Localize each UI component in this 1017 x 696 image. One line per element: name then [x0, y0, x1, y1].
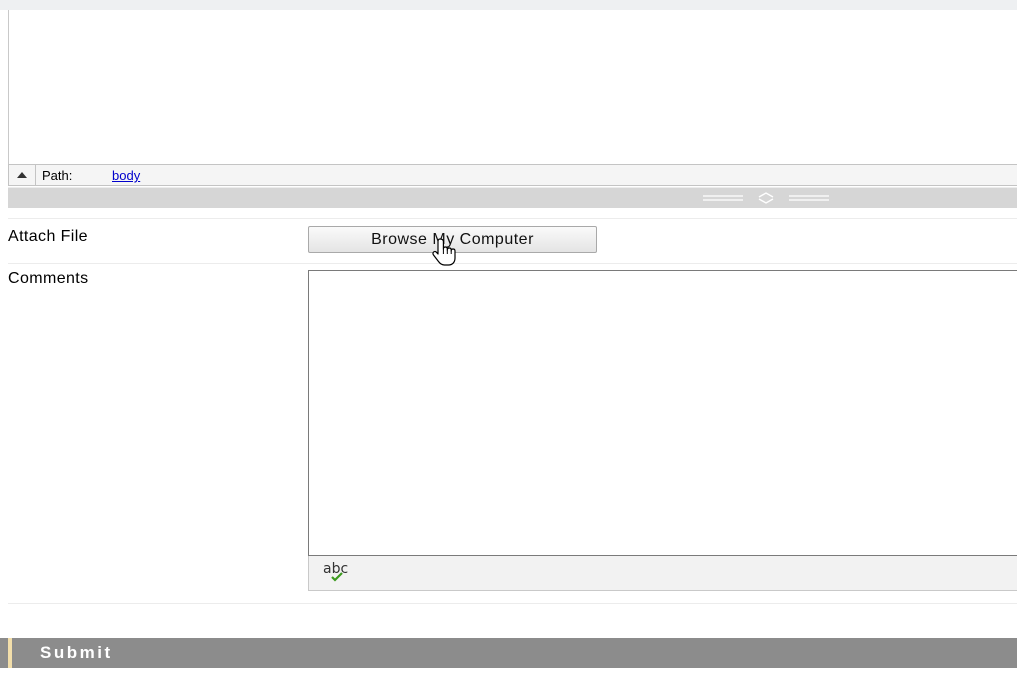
editor-path-bar: Path: body: [8, 164, 1017, 186]
submit-button[interactable]: Submit: [40, 643, 113, 663]
path-label: Path:: [42, 168, 73, 183]
comments-label: Comments: [8, 270, 89, 287]
row-divider: [8, 218, 1017, 219]
submit-bar: Submit: [0, 638, 1017, 668]
resize-handle-icon[interactable]: [703, 192, 829, 204]
collapse-toolbar-button[interactable]: [9, 165, 36, 185]
spellcheck-button[interactable]: abc: [319, 560, 349, 586]
triangle-up-icon: [17, 172, 27, 178]
rich-text-editor-area[interactable]: [8, 10, 1017, 186]
hand-pointer-icon: [432, 238, 456, 266]
comments-textarea[interactable]: [308, 270, 1017, 556]
submit-accent: [8, 638, 12, 668]
top-strip: [0, 0, 1017, 10]
attach-file-label: Attach File: [8, 228, 88, 245]
row-divider: [8, 603, 1017, 604]
spellcheck-icon: [331, 572, 343, 582]
comments-toolbar: abc: [308, 556, 1017, 591]
editor-resize-bar[interactable]: [8, 187, 1017, 208]
row-divider: [8, 263, 1017, 264]
path-body-link[interactable]: body: [112, 168, 140, 183]
